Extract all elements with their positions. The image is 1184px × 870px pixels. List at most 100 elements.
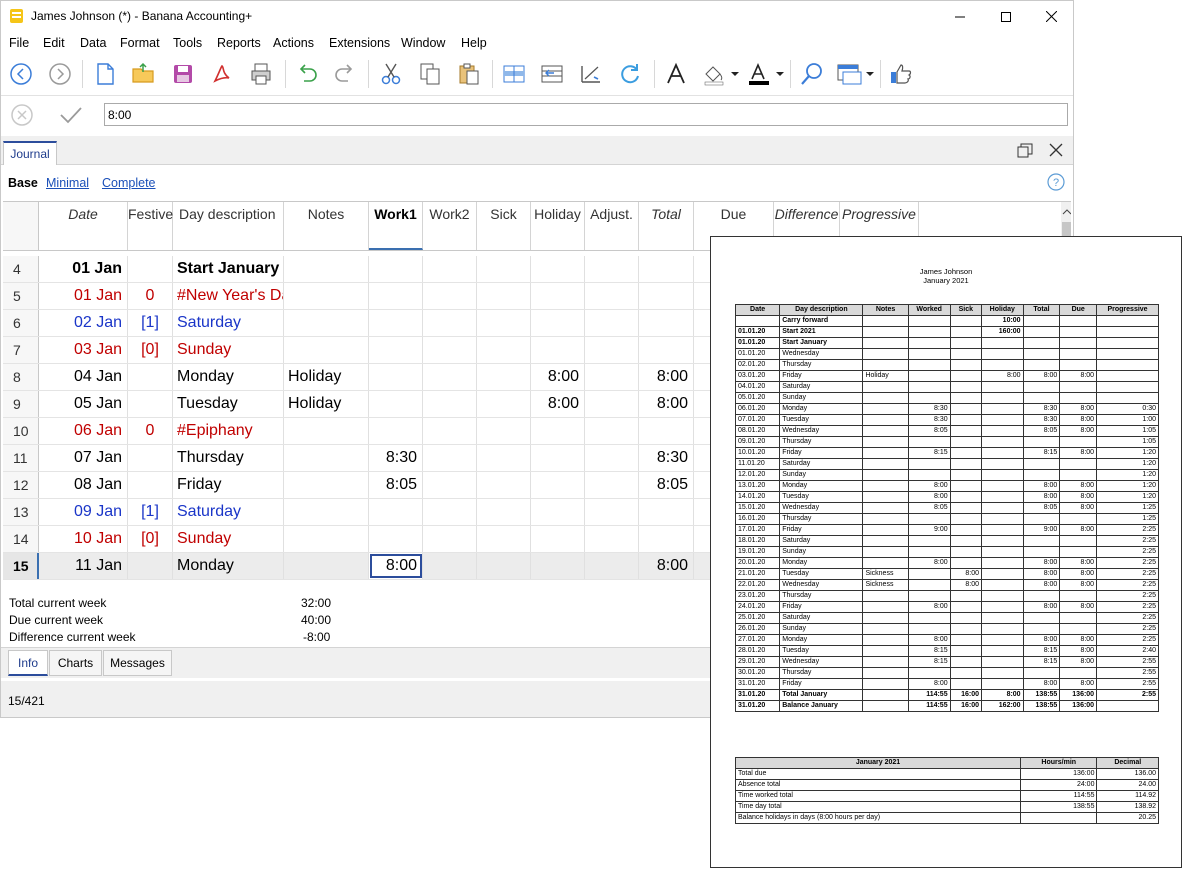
row-number[interactable]: 7 bbox=[3, 337, 39, 363]
font-icon[interactable] bbox=[660, 58, 692, 90]
cell-work1[interactable] bbox=[369, 256, 423, 282]
cell-sick[interactable] bbox=[477, 499, 531, 525]
cell-festive[interactable]: [1] bbox=[128, 310, 173, 336]
menu-reports[interactable]: Reports bbox=[217, 36, 261, 50]
cell-sick[interactable] bbox=[477, 526, 531, 552]
menu-data[interactable]: Data bbox=[80, 36, 106, 50]
cell-value-input[interactable]: 8:00 bbox=[104, 103, 1068, 126]
cell-date[interactable]: 08 Jan bbox=[39, 472, 128, 498]
cell-notes[interactable] bbox=[284, 445, 369, 471]
cell-day-description[interactable]: Thursday bbox=[173, 445, 284, 471]
pdf-icon[interactable] bbox=[206, 58, 238, 90]
thumbs-up-icon[interactable] bbox=[885, 58, 917, 90]
menu-edit[interactable]: Edit bbox=[43, 36, 65, 50]
cell-notes[interactable] bbox=[284, 499, 369, 525]
cell-work1[interactable]: 8:05 bbox=[369, 472, 423, 498]
cell-adjust[interactable] bbox=[585, 499, 639, 525]
new-file-icon[interactable] bbox=[89, 58, 121, 90]
menu-tools[interactable]: Tools bbox=[173, 36, 202, 50]
row-number[interactable]: 8 bbox=[3, 364, 39, 390]
cell-notes[interactable] bbox=[284, 553, 369, 579]
cell-total[interactable] bbox=[639, 283, 694, 309]
cell-work2[interactable] bbox=[423, 472, 477, 498]
menu-actions[interactable]: Actions bbox=[273, 36, 314, 50]
cell-notes[interactable] bbox=[284, 526, 369, 552]
row-number[interactable]: 6 bbox=[3, 310, 39, 336]
cell-holiday[interactable] bbox=[531, 283, 585, 309]
print-icon[interactable] bbox=[245, 58, 277, 90]
cell-day-description[interactable]: Sunday bbox=[173, 337, 284, 363]
open-folder-icon[interactable] bbox=[128, 58, 160, 90]
undo-icon[interactable] bbox=[291, 58, 323, 90]
cell-day-description[interactable]: Tuesday bbox=[173, 391, 284, 417]
cell-adjust[interactable] bbox=[585, 553, 639, 579]
cell-total[interactable] bbox=[639, 499, 694, 525]
cell-notes[interactable]: Holiday bbox=[284, 364, 369, 390]
menu-extensions[interactable]: Extensions bbox=[329, 36, 390, 50]
cell-work2[interactable] bbox=[423, 526, 477, 552]
cell-work1[interactable]: 8:00 bbox=[369, 553, 423, 579]
cell-holiday[interactable] bbox=[531, 256, 585, 282]
cell-work1[interactable] bbox=[369, 337, 423, 363]
cell-work2[interactable] bbox=[423, 310, 477, 336]
cell-adjust[interactable] bbox=[585, 391, 639, 417]
view-base[interactable]: Base bbox=[8, 176, 38, 190]
close-window-button[interactable] bbox=[1028, 1, 1074, 32]
cell-sick[interactable] bbox=[477, 337, 531, 363]
cell-total[interactable] bbox=[639, 337, 694, 363]
cell-festive[interactable] bbox=[128, 553, 173, 579]
cell-total[interactable] bbox=[639, 418, 694, 444]
cell-festive[interactable]: 0 bbox=[128, 418, 173, 444]
row-number[interactable]: 4 bbox=[3, 256, 39, 282]
tab-journal[interactable]: Journal bbox=[3, 141, 57, 165]
col-sick[interactable]: Sick bbox=[477, 202, 531, 250]
cell-date[interactable]: 05 Jan bbox=[39, 391, 128, 417]
search-icon[interactable] bbox=[796, 58, 828, 90]
col-adjust[interactable]: Adjust. bbox=[585, 202, 639, 250]
cell-date[interactable]: 04 Jan bbox=[39, 364, 128, 390]
cell-festive[interactable]: 0 bbox=[128, 283, 173, 309]
col-notes[interactable]: Notes bbox=[284, 202, 369, 250]
cell-total[interactable] bbox=[639, 256, 694, 282]
cell-sick[interactable] bbox=[477, 553, 531, 579]
cell-date[interactable]: 10 Jan bbox=[39, 526, 128, 552]
move-rows-icon[interactable] bbox=[536, 58, 568, 90]
cell-adjust[interactable] bbox=[585, 445, 639, 471]
cell-festive[interactable] bbox=[128, 391, 173, 417]
row-number[interactable]: 11 bbox=[3, 445, 39, 471]
restore-pane-icon[interactable] bbox=[1017, 143, 1033, 164]
cell-work1[interactable] bbox=[369, 418, 423, 444]
menu-format[interactable]: Format bbox=[120, 36, 160, 50]
col-work1[interactable]: Work1 bbox=[369, 202, 423, 250]
close-pane-icon[interactable] bbox=[1049, 143, 1063, 162]
cell-total[interactable] bbox=[639, 526, 694, 552]
recheck-icon[interactable] bbox=[614, 58, 646, 90]
cell-notes[interactable] bbox=[284, 337, 369, 363]
cell-day-description[interactable]: #Epiphany bbox=[173, 418, 284, 444]
cell-date[interactable]: 06 Jan bbox=[39, 418, 128, 444]
cell-adjust[interactable] bbox=[585, 283, 639, 309]
row-number[interactable]: 9 bbox=[3, 391, 39, 417]
cell-work2[interactable] bbox=[423, 418, 477, 444]
cell-holiday[interactable] bbox=[531, 418, 585, 444]
cut-icon[interactable] bbox=[375, 58, 407, 90]
cell-festive[interactable] bbox=[128, 472, 173, 498]
cell-sick[interactable] bbox=[477, 256, 531, 282]
cell-date[interactable]: 02 Jan bbox=[39, 310, 128, 336]
cell-work2[interactable] bbox=[423, 391, 477, 417]
cell-day-description[interactable]: #New Year's Da bbox=[173, 283, 284, 309]
cell-notes[interactable] bbox=[284, 256, 369, 282]
cell-adjust[interactable] bbox=[585, 364, 639, 390]
cell-adjust[interactable] bbox=[585, 526, 639, 552]
cell-festive[interactable] bbox=[128, 445, 173, 471]
col-festive[interactable]: Festive bbox=[128, 202, 173, 250]
cell-adjust[interactable] bbox=[585, 418, 639, 444]
cancel-edit-icon[interactable] bbox=[11, 104, 33, 131]
col-day-description[interactable]: Day description bbox=[173, 202, 284, 250]
cell-day-description[interactable]: Monday bbox=[173, 364, 284, 390]
cell-festive[interactable] bbox=[128, 256, 173, 282]
cell-holiday[interactable] bbox=[531, 472, 585, 498]
copy-icon[interactable] bbox=[414, 58, 446, 90]
row-number[interactable]: 5 bbox=[3, 283, 39, 309]
cell-date[interactable]: 03 Jan bbox=[39, 337, 128, 363]
